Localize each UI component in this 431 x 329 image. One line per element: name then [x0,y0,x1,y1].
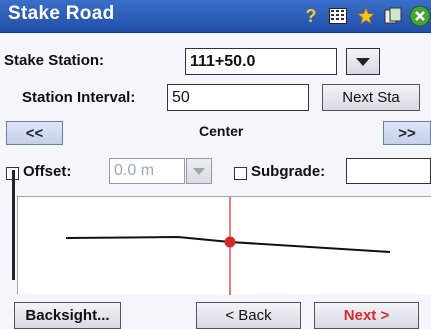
next-sta-button[interactable]: Next Sta [322,84,420,111]
keypad-icon[interactable] [327,5,349,27]
chevron-down-icon [193,167,205,175]
help-icon[interactable]: ? [300,5,322,27]
road-profile-graphic [65,197,391,295]
copy-icon[interactable] [382,5,404,27]
subgrade-label: Subgrade: [251,163,326,180]
station-marker [224,236,236,248]
window-title: Stake Road [8,3,115,24]
title-bar: Stake Road ? [0,0,431,33]
stake-station-label: Stake Station: [4,52,105,69]
stake-station-dropdown-button[interactable] [346,48,380,75]
offset-dropdown-button[interactable] [186,158,212,184]
favorites-icon[interactable] [355,5,377,27]
subgrade-checkbox[interactable] [234,167,247,180]
station-interval-field[interactable]: 50 [167,84,309,111]
subgrade-field[interactable] [346,158,431,184]
previous-station-button[interactable]: << [6,121,63,145]
stake-station-field[interactable]: 111+50.0 [185,48,337,75]
next-station-nav-button[interactable]: >> [383,121,431,145]
offset-field[interactable]: 0.0 m [109,158,185,184]
back-button[interactable]: < Back [196,302,301,329]
station-interval-label: Station Interval: [22,89,136,106]
backsight-button[interactable]: Backsight... [14,302,121,329]
left-divider [12,170,15,280]
next-button[interactable]: Next > [314,302,419,329]
offset-label: Offset: [23,163,72,180]
road-profile-view[interactable] [17,196,431,295]
center-label: Center [199,123,244,139]
chevron-down-icon [356,57,370,66]
close-icon[interactable] [409,5,431,27]
